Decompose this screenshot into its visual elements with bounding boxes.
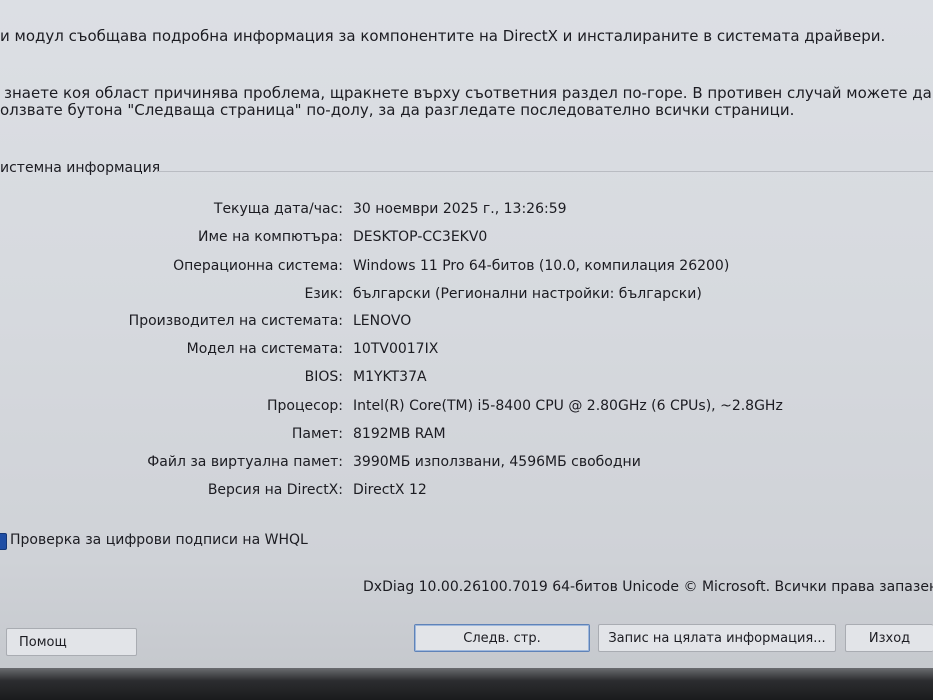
label-current-datetime: Текуща дата/час: [213, 201, 343, 217]
intro-line-1: и модул съобщава подробна информация за … [0, 27, 886, 45]
section-title: истемна информация [0, 160, 161, 176]
label-system-model: Модел на системата: [186, 341, 343, 357]
exit-button[interactable]: Изход [845, 624, 933, 652]
label-bios: BIOS: [304, 369, 343, 385]
intro-line-2: знаете коя област причинява проблема, щр… [4, 84, 932, 102]
value-computer-name: DESKTOP-CC3EKV0 [353, 229, 488, 245]
label-processor: Процесор: [267, 398, 343, 414]
value-bios: M1YKT37A [353, 369, 427, 385]
label-language: Език: [304, 286, 343, 302]
value-operating-system: Windows 11 Pro 64-битов (10.0, компилаци… [353, 258, 730, 274]
label-memory: Памет: [291, 426, 343, 442]
value-directx-version: DirectX 12 [353, 482, 427, 498]
value-memory: 8192MB RAM [353, 426, 446, 442]
label-system-manufacturer: Производител на системата: [128, 313, 343, 329]
value-language: български (Регионални настройки: българс… [353, 286, 702, 302]
section-divider [158, 171, 933, 172]
help-button[interactable]: Помощ [6, 628, 137, 656]
value-page-file: 3990МБ използвани, 4596МБ свободни [353, 454, 641, 470]
value-system-model: 10TV0017IX [353, 341, 439, 357]
value-processor: Intel(R) Core(TM) i5-8400 CPU @ 2.80GHz … [353, 398, 783, 414]
whql-checkbox[interactable] [0, 533, 7, 550]
taskbar-edge [0, 668, 933, 700]
copyright-text: DxDiag 10.00.26100.7019 64-битов Unicode… [363, 579, 933, 595]
label-computer-name: Име на компютъра: [197, 229, 343, 245]
value-system-manufacturer: LENOVO [353, 313, 412, 329]
label-page-file: Файл за виртуална памет: [147, 454, 343, 470]
next-page-button[interactable]: Следв. стр. [414, 624, 590, 652]
whql-checkbox-label[interactable]: Проверка за цифрови подписи на WHQL [10, 532, 308, 548]
intro-line-3: олзвате бутона "Следваща страница" по-до… [0, 101, 795, 119]
label-directx-version: Версия на DirectX: [207, 482, 343, 498]
label-operating-system: Операционна система: [173, 258, 343, 274]
save-all-information-button[interactable]: Запис на цялата информация... [598, 624, 836, 652]
value-current-datetime: 30 ноември 2025 г., 13:26:59 [353, 201, 567, 217]
